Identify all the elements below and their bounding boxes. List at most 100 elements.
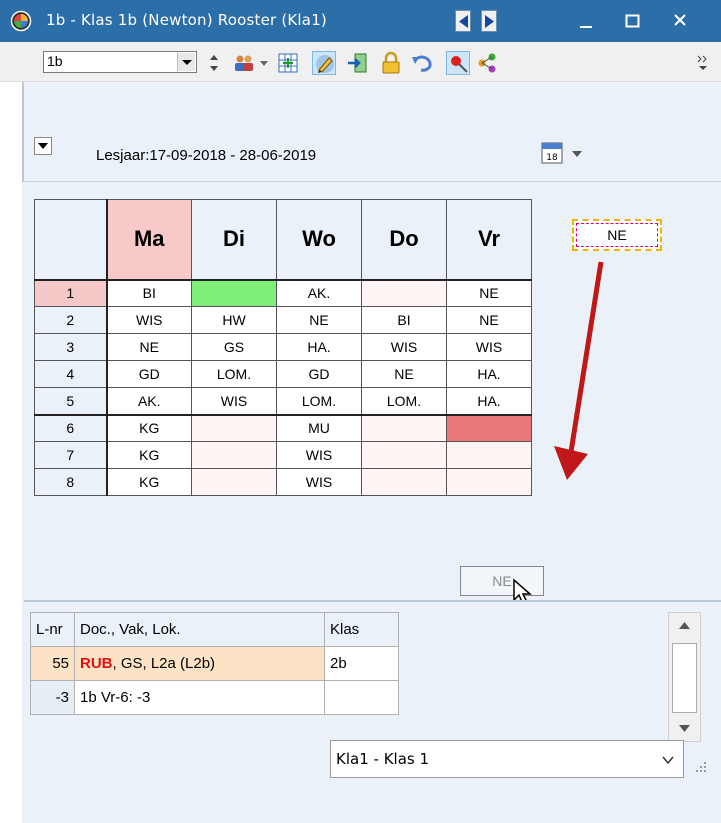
day-header-wednesday[interactable]: Wo: [276, 199, 362, 280]
lesson-cell[interactable]: NE: [105, 333, 192, 361]
calendar-button[interactable]: 18: [538, 139, 594, 167]
lessons-table: L-nr Doc., Vak, Lok. Klas 55 RUB, GS, L2…: [30, 612, 399, 715]
vertical-scrollbar[interactable]: [668, 612, 701, 742]
day-header-monday[interactable]: Ma: [105, 199, 192, 280]
lesson-cell[interactable]: LOM.: [361, 387, 447, 416]
next-button[interactable]: [481, 10, 497, 32]
lesson-cell[interactable]: HW: [191, 306, 277, 334]
day-header-thursday[interactable]: Do: [361, 199, 447, 280]
pin-icon: [451, 56, 468, 73]
period-dropdown-button[interactable]: [34, 137, 52, 155]
timetable-view: Lesjaar:17-09-2018 - 28-06-2019 18 Ma Di…: [22, 82, 721, 823]
lesson-cell[interactable]: BI: [361, 306, 447, 334]
grid-button[interactable]: [276, 51, 300, 75]
lesson-cell[interactable]: BI: [105, 278, 192, 307]
lock-icon: [382, 51, 400, 74]
lesson-cell[interactable]: GD: [276, 360, 362, 388]
column-header-klas[interactable]: Klas: [324, 612, 399, 647]
lesson-cell[interactable]: WIS: [446, 333, 532, 361]
lesson-cell[interactable]: [361, 441, 447, 469]
lesson-cell[interactable]: [191, 414, 277, 442]
lesson-cell[interactable]: WIS: [361, 333, 447, 361]
period-number: 2: [34, 306, 107, 334]
people-dropdown-button[interactable]: [258, 51, 270, 75]
lesson-cell[interactable]: [191, 278, 277, 307]
lesson-cell[interactable]: NE: [446, 278, 532, 307]
lesson-cell[interactable]: WIS: [191, 387, 277, 416]
undo-button[interactable]: [410, 51, 434, 75]
lesson-cell[interactable]: LOM.: [191, 360, 277, 388]
lesson-cell[interactable]: [446, 468, 532, 496]
chevron-down-icon: [38, 143, 48, 149]
resize-grip-icon[interactable]: [694, 760, 708, 774]
triangle-right-icon: [485, 15, 494, 28]
scrollbar-thumb[interactable]: [672, 643, 697, 713]
lesson-cell[interactable]: [361, 414, 447, 442]
scroll-up-button[interactable]: [669, 613, 700, 639]
spin-button[interactable]: [207, 51, 221, 75]
lesson-cell[interactable]: KG: [105, 441, 192, 469]
subject-room: , GS, L2a (L2b): [112, 655, 216, 672]
close-icon: [674, 14, 686, 26]
period-label: Lesjaar:17-09-2018 - 28-06-2019: [96, 147, 317, 164]
day-header-friday[interactable]: Vr: [446, 199, 532, 280]
class-select-dropdown-button[interactable]: [177, 53, 195, 71]
lesson-cell[interactable]: [361, 278, 447, 307]
minimize-button[interactable]: [568, 6, 604, 36]
lesson-cell[interactable]: [191, 468, 277, 496]
pencil-button[interactable]: [312, 51, 336, 75]
scroll-down-button[interactable]: [669, 715, 700, 741]
lesson-cell[interactable]: AK.: [276, 278, 362, 307]
share-icon: [478, 53, 496, 73]
lock-button[interactable]: [379, 51, 403, 75]
class-select-value: 1b: [47, 53, 63, 69]
lesson-cell[interactable]: WIS: [276, 468, 362, 496]
column-header-doc[interactable]: Doc., Vak, Lok.: [74, 612, 325, 647]
lesson-cell[interactable]: [191, 441, 277, 469]
maximize-button[interactable]: [614, 6, 650, 36]
pin-button[interactable]: [446, 51, 470, 75]
lesson-cell[interactable]: KG: [105, 468, 192, 496]
floating-lesson-card[interactable]: NE: [572, 219, 662, 251]
pencil-icon: [316, 55, 334, 73]
lesson-number: -3: [30, 680, 75, 715]
table-row[interactable]: -3 1b Vr-6: -3: [30, 680, 399, 715]
lesson-cell[interactable]: HA.: [276, 333, 362, 361]
lesson-cell[interactable]: WIS: [276, 441, 362, 469]
column-header-lnr[interactable]: L-nr: [30, 612, 75, 647]
lesson-class: 2b: [324, 646, 399, 681]
table-row[interactable]: 55 RUB, GS, L2a (L2b) 2b: [30, 646, 399, 681]
people-button[interactable]: [232, 51, 256, 75]
lesson-cell[interactable]: GD: [105, 360, 192, 388]
lesson-cell[interactable]: HA.: [446, 387, 532, 416]
floating-lesson-label: NE: [576, 223, 658, 247]
clock-icon: [10, 10, 32, 32]
close-button[interactable]: [662, 6, 698, 36]
day-header-tuesday[interactable]: Di: [191, 199, 277, 280]
previous-button[interactable]: [455, 10, 471, 32]
lesson-details: RUB, GS, L2a (L2b): [74, 646, 325, 681]
svg-text:18: 18: [546, 153, 558, 163]
lesson-cell[interactable]: NE: [446, 306, 532, 334]
exit-button[interactable]: [345, 51, 369, 75]
lesson-cell[interactable]: LOM.: [276, 387, 362, 416]
share-button[interactable]: [475, 51, 499, 75]
toolbar-overflow-button[interactable]: [692, 51, 714, 75]
lesson-cell[interactable]: [446, 441, 532, 469]
lesson-cell[interactable]: WIS: [105, 306, 192, 334]
lesson-cell[interactable]: NE: [276, 306, 362, 334]
lesson-cell[interactable]: NE: [361, 360, 447, 388]
timetable-grid: Ma Di Wo Do Vr 1 BI AK. NE 2 WIS HW NE B: [34, 199, 532, 496]
lesson-cell[interactable]: HA.: [446, 360, 532, 388]
lesson-cell[interactable]: [361, 468, 447, 496]
chevron-down-icon: [679, 725, 690, 732]
class-select[interactable]: 1b: [43, 51, 197, 73]
lesson-cell[interactable]: AK.: [105, 387, 192, 416]
subject-room: 1b Vr-6: -3: [80, 689, 151, 706]
bottom-class-select-value: Kla1 - Klas 1: [336, 750, 430, 768]
bottom-class-select[interactable]: Kla1 - Klas 1: [330, 740, 684, 778]
lesson-cell[interactable]: GS: [191, 333, 277, 361]
drop-target-cell[interactable]: [446, 414, 532, 442]
lesson-cell[interactable]: KG: [105, 414, 192, 442]
lesson-cell[interactable]: MU: [276, 414, 362, 442]
